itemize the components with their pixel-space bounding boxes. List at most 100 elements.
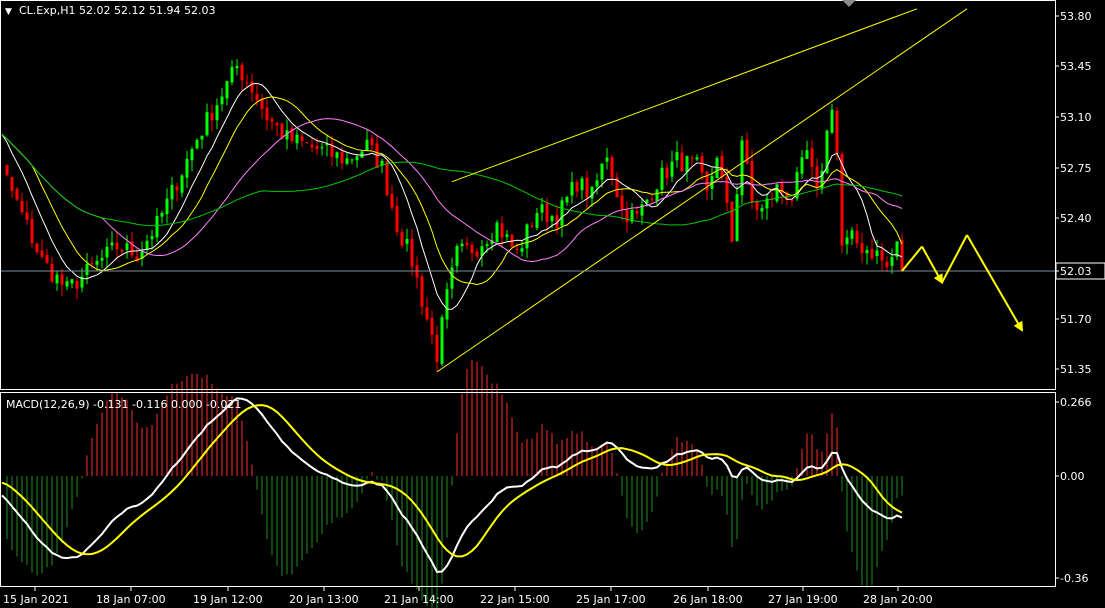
candle-body: [85, 263, 89, 275]
candle: [775, 182, 779, 204]
candle-body: [590, 186, 594, 199]
candle-body: [50, 263, 54, 282]
price-tick-label: 53.80: [1060, 10, 1092, 23]
candle-body: [635, 210, 639, 214]
candle-body: [190, 149, 194, 161]
candle-body: [890, 257, 894, 266]
candle-body: [580, 178, 584, 191]
candle-body: [545, 203, 549, 222]
candle-body: [145, 240, 149, 250]
symbol-menu-icon[interactable]: ▼: [5, 7, 12, 17]
candle-body: [475, 251, 479, 257]
candle-body: [690, 157, 694, 159]
candle-body: [585, 177, 589, 198]
candle-body: [60, 274, 64, 285]
candle-body: [685, 155, 689, 173]
candle-body: [260, 98, 264, 109]
candle-body: [310, 144, 314, 148]
time-tick-label: 20 Jan 13:00: [289, 593, 359, 606]
price-tick-label: 52.75: [1060, 162, 1092, 175]
candle-body: [110, 242, 114, 246]
time-tick-label: 25 Jan 17:00: [576, 593, 646, 606]
candle-body: [25, 212, 29, 220]
candle-body: [430, 317, 434, 335]
candle-body: [625, 210, 629, 222]
candle-body: [605, 157, 609, 162]
candle-body: [815, 166, 819, 188]
candle-body: [595, 180, 599, 187]
candle-body: [465, 242, 469, 245]
candle-body: [755, 201, 759, 210]
candle-body: [120, 249, 124, 252]
price-tick-label: 53.10: [1060, 111, 1092, 124]
candle-body: [880, 250, 884, 261]
candle-body: [845, 237, 849, 245]
time-tick-label: 28 Jan 20:00: [863, 593, 933, 606]
candle-body: [210, 112, 214, 121]
candle-body: [610, 157, 614, 178]
time-tick-label: 26 Jan 18:00: [673, 593, 743, 606]
candle-body: [835, 111, 839, 153]
candle-body: [725, 177, 729, 203]
candle-body: [680, 152, 684, 172]
candle-body: [445, 289, 449, 320]
candle-body: [340, 151, 344, 164]
time-tick-label: 21 Jan 14:00: [384, 593, 454, 606]
candle-body: [425, 307, 429, 320]
candle-body: [280, 123, 284, 139]
candle-body: [90, 263, 94, 265]
time-tick-label: 19 Jan 12:00: [193, 593, 263, 606]
candle-body: [525, 224, 529, 249]
candle-body: [350, 159, 354, 161]
candle-body: [385, 161, 389, 196]
candle-body: [180, 175, 184, 193]
price-tick-label: 53.45: [1060, 60, 1092, 73]
candle-body: [65, 281, 69, 287]
candle-body: [805, 150, 809, 159]
candle-body: [650, 199, 654, 201]
candle-body: [520, 248, 524, 252]
candle-body: [620, 195, 624, 210]
candle-body: [470, 244, 474, 253]
time-tick-label: 18 Jan 07:00: [96, 593, 166, 606]
candle-body: [455, 245, 459, 267]
candle-body: [460, 243, 464, 247]
candle-body: [655, 189, 659, 202]
candle-body: [750, 161, 754, 203]
candle-body: [45, 254, 49, 263]
candle-body: [345, 158, 349, 164]
candle-body: [200, 135, 204, 140]
candle-body: [760, 208, 764, 212]
chart-canvas[interactable]: ▼ CL.Exp,H1 52.02 52.12 51.94 52.03 MACD…: [0, 0, 1105, 608]
candle-body: [485, 244, 489, 246]
time-tick-label: 15 Jan 2021: [3, 593, 69, 606]
candle-body: [55, 274, 59, 284]
candle-body: [185, 158, 189, 178]
candle-body: [125, 243, 129, 250]
candle-body: [540, 204, 544, 213]
candle: [835, 106, 839, 161]
candle-body: [505, 234, 509, 237]
candle-body: [10, 176, 14, 191]
candle-body: [670, 161, 674, 177]
candle-body: [370, 138, 374, 146]
candle-body: [735, 194, 739, 241]
candle-body: [435, 334, 439, 362]
candle-body: [305, 142, 309, 144]
candle-body: [170, 184, 174, 200]
candle-body: [100, 257, 104, 261]
candle-body: [870, 248, 874, 259]
time-tick-label: 22 Jan 15:00: [480, 593, 550, 606]
candle-body: [535, 213, 539, 228]
current-price-label: 52.03: [1060, 265, 1092, 278]
candle-body: [405, 238, 409, 244]
candle-body: [720, 155, 724, 178]
candle-body: [30, 219, 34, 244]
chart-background: [0, 0, 1105, 608]
candle-body: [740, 140, 744, 196]
candle-body: [255, 94, 259, 101]
candle-body: [15, 188, 19, 200]
candle: [360, 150, 364, 158]
candle-body: [665, 167, 669, 179]
macd-tick-label: 0.266: [1060, 396, 1092, 409]
